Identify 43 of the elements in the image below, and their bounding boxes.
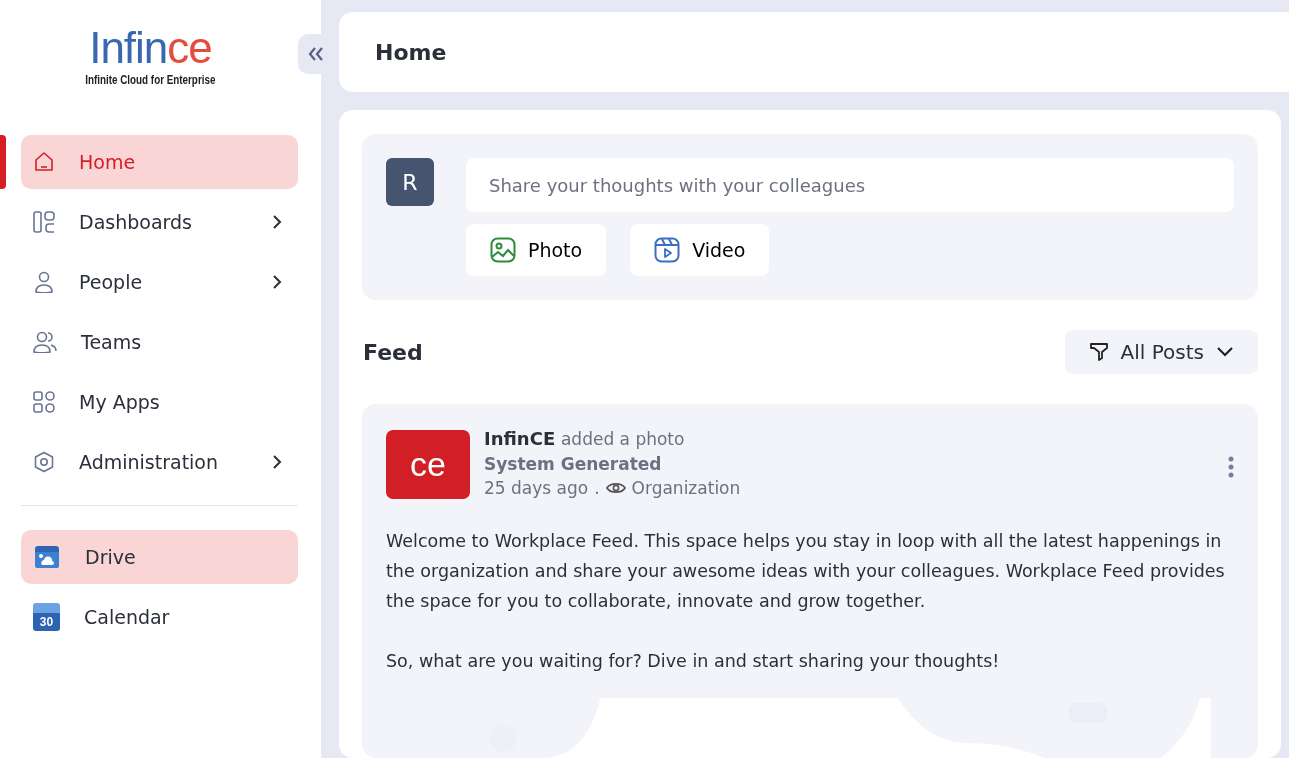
chevron-right-icon	[272, 274, 282, 290]
settings-icon	[33, 451, 55, 473]
filter-icon	[1088, 342, 1109, 362]
post-input-field[interactable]: Share your thoughts with your colleagues	[466, 158, 1234, 212]
chevron-right-icon	[272, 214, 282, 230]
separator: .	[594, 477, 600, 500]
post-action: added a photo	[560, 429, 685, 449]
sidebar-item[interactable]: Administration	[21, 435, 298, 489]
post-text: Welcome to Workplace Feed. This space helps you stay in loop with all the latest happenings in the organization and share your awesome ideas with your colleagues. Workplace Feed provides the space for you to collaborate, innovate and grow together.	[386, 530, 1226, 613]
post-subtitle: System Generated	[484, 453, 663, 476]
apps-grid-icon	[33, 391, 55, 413]
visibility-label: Organization	[631, 477, 741, 500]
eye-icon	[605, 481, 626, 495]
user-avatar: R	[386, 158, 434, 206]
selection-indicator	[0, 135, 6, 189]
video-icon	[654, 237, 681, 263]
sidebar-item[interactable]: Teams	[21, 315, 298, 369]
dashboard-icon	[33, 211, 55, 233]
group-icon	[33, 331, 57, 353]
sidebar-item[interactable]: Dashboards	[21, 195, 298, 249]
chevron-right-icon	[272, 454, 282, 470]
sidebar-item[interactable]: People	[21, 255, 298, 309]
author-avatar: ce	[386, 430, 470, 499]
person-icon	[33, 271, 55, 293]
logo-tagline: Infinite Cloud for Enterprise	[85, 72, 216, 89]
logo: Infince	[89, 26, 212, 70]
sidebar-item[interactable]: My Apps	[21, 375, 298, 429]
photo-button[interactable]: Photo	[466, 224, 607, 276]
sidebar-item[interactable]: 30 Calendar	[21, 590, 298, 644]
kebab-icon	[1228, 455, 1234, 478]
cloud-folder-icon	[33, 545, 61, 569]
image-icon	[490, 237, 516, 263]
video-button[interactable]: Video	[630, 224, 770, 276]
post-text: So, what are you waiting for? Dive in and start sharing your thoughts!	[386, 650, 1001, 673]
sidebar-item[interactable]: Drive	[21, 530, 298, 584]
double-chevron-icon	[307, 46, 325, 62]
home-icon	[33, 151, 55, 173]
page-title: Home	[339, 12, 1289, 92]
post-time: 25 days ago	[484, 477, 589, 500]
author-name[interactable]: InfinCE	[484, 428, 556, 449]
filter-dropdown[interactable]: All Posts	[1064, 330, 1258, 374]
chevron-down-icon	[1216, 346, 1234, 358]
section-title: Feed	[363, 338, 423, 367]
